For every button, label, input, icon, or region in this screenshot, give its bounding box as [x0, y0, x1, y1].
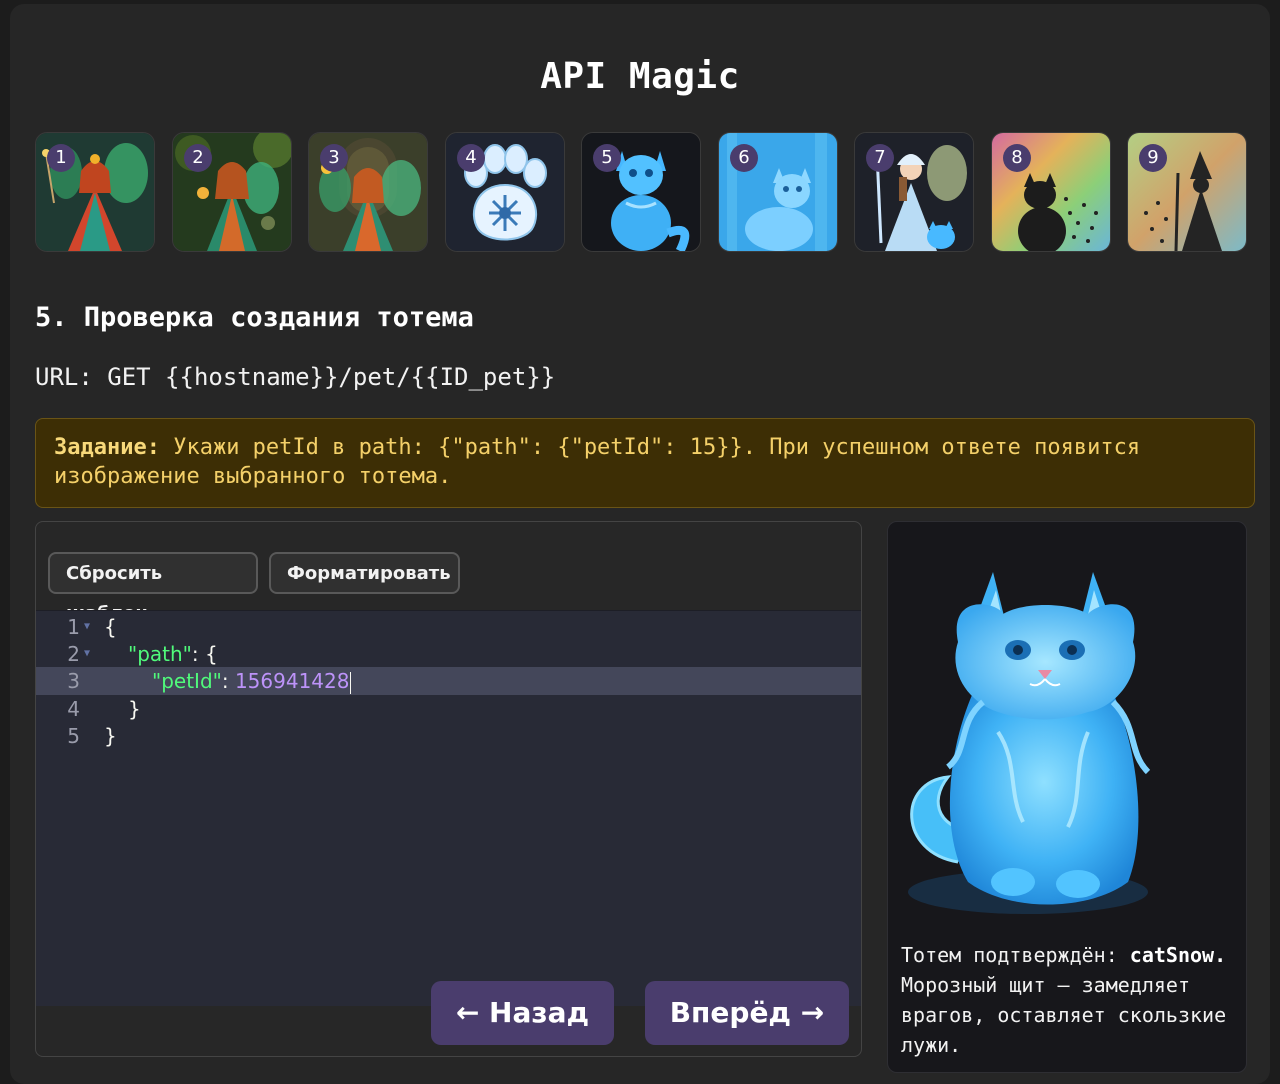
reset-template-button[interactable]: Сбросить шаблон — [48, 552, 258, 624]
result-description: Тотем подтверждён: catSnow. Морозный щит… — [901, 940, 1237, 1060]
task-text: Укажи petId в path: {"path": {"petId": 1… — [54, 435, 1141, 489]
thumbnail-number: 2 — [184, 144, 212, 172]
totem-name: catSnow. — [1129, 943, 1227, 967]
json-key: "path" — [128, 642, 192, 666]
thumbnail-number: 5 — [593, 144, 621, 172]
line-number: 2 — [67, 642, 80, 666]
back-button[interactable]: ← Назад — [431, 981, 614, 1045]
totem-thumbnail-7[interactable]: 7 — [854, 132, 974, 252]
totem-thumbnail-6[interactable]: 6 — [718, 132, 838, 252]
json-punct: : { — [191, 642, 218, 666]
fold-arrow-icon[interactable]: ▼ — [84, 640, 90, 668]
format-button[interactable]: Форматировать — [269, 552, 460, 594]
code-line: 2 ▼ "path": { — [36, 640, 861, 668]
code-text: "petId": 156941428 — [152, 667, 352, 695]
totem-effect: Морозный щит — замедляет врагов, оставля… — [901, 973, 1227, 1057]
next-button[interactable]: Вперёд → — [645, 981, 849, 1045]
code-text: { — [104, 615, 117, 639]
thumbnail-number: 4 — [457, 144, 485, 172]
totem-thumbnail-9[interactable]: 9 — [1127, 132, 1247, 252]
line-number: 1 — [67, 615, 80, 639]
line-number: 3 — [67, 669, 80, 693]
app-title: API Magic — [540, 56, 740, 97]
totem-thumbnail-1[interactable]: 1 — [35, 132, 155, 252]
code-line-active: 3 "petId": 156941428 — [36, 667, 861, 695]
thumbnail-number: 8 — [1003, 144, 1031, 172]
result-lead: Тотем подтверждён: — [901, 943, 1130, 967]
text-cursor — [350, 671, 352, 694]
thumbnail-number: 3 — [320, 144, 348, 172]
line-number: 5 — [67, 724, 80, 748]
task-callout: Задание: Укажи petId в path: {"path": {"… — [35, 418, 1255, 508]
code-line: 4 } — [36, 695, 861, 723]
request-editor-panel: Сбросить шаблон Форматировать 1 ▼ { 2 ▼ … — [35, 521, 862, 1057]
code-editor[interactable]: 1 ▼ { 2 ▼ "path": { 3 "petId": 156941428… — [36, 610, 861, 1006]
totem-thumbnail-8[interactable]: 8 — [991, 132, 1111, 252]
json-key: "petId" — [152, 669, 222, 693]
json-punct: : — [221, 669, 235, 693]
result-panel: Тотем подтверждён: catSnow. Морозный щит… — [887, 521, 1247, 1073]
totem-thumbnail-4[interactable]: 4 — [445, 132, 565, 252]
code-line: 1 ▼ { — [36, 613, 861, 641]
thumbnail-number: 6 — [730, 144, 758, 172]
code-text: } — [128, 697, 141, 721]
task-label: Задание: — [54, 435, 160, 460]
totem-thumbnail-5[interactable]: 5 — [581, 132, 701, 252]
fold-arrow-icon[interactable]: ▼ — [84, 613, 90, 641]
thumbnail-number: 9 — [1139, 144, 1167, 172]
totem-image — [908, 572, 1151, 914]
line-number: 4 — [67, 697, 80, 721]
totem-thumbnail-2[interactable]: 2 — [172, 132, 292, 252]
thumbnail-number: 1 — [47, 144, 75, 172]
totem-thumbnail-3[interactable]: 3 — [308, 132, 428, 252]
code-text: } — [104, 724, 117, 748]
endpoint-url: URL: GET {{hostname}}/pet/{{ID_pet}} — [35, 363, 556, 391]
code-line: 5 } — [36, 722, 861, 750]
step-title: 5. Проверка создания тотема — [35, 302, 474, 333]
json-number: 156941428 — [234, 669, 350, 693]
thumbnail-number: 7 — [866, 144, 894, 172]
code-text: "path": { — [128, 640, 218, 668]
